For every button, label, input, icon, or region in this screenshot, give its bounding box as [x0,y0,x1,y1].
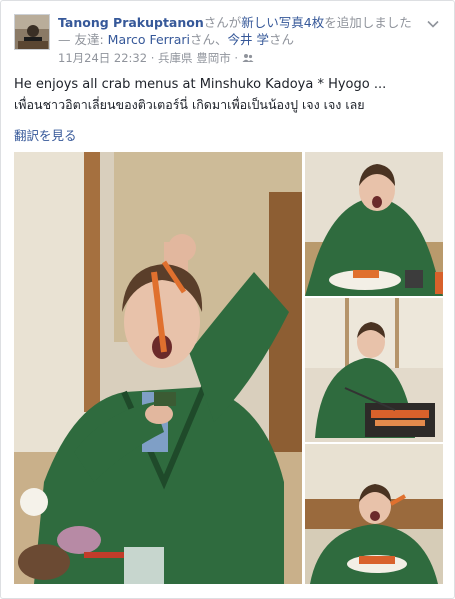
post-timestamp[interactable]: 11月24日 22:32 [58,51,147,65]
photo-thumbnail-3[interactable] [305,444,443,584]
meta-separator: · [147,51,159,65]
post-meta: 11月24日 22:32 · 兵庫県 豊岡市 · [58,50,254,66]
new-photos-link[interactable]: 新しい写真4枚 [241,15,324,30]
photo-thumbnail-2[interactable] [305,298,443,442]
author-avatar[interactable] [14,14,50,50]
friend-separator: さん、 [190,32,228,47]
caption-english: He enjoys all crab menus at Minshuko Kad… [14,77,387,92]
chevron-down-icon[interactable] [426,16,440,30]
post-card: Tanong Prakuptanonさんが新しい写真4枚を追加しました — 友達… [0,0,455,599]
photo-main[interactable] [14,152,302,584]
post-caption: He enjoys all crab menus at Minshuko Kad… [14,75,444,115]
see-translation-link[interactable]: 翻訳を見る [14,125,77,144]
friend-tail: さん [269,32,295,47]
header-action-text: さんが [203,15,242,30]
post-header: Tanong Prakuptanonさんが新しい写真4枚を追加しました — 友達… [58,14,428,48]
photo-thumbnail-1[interactable] [305,152,443,296]
caption-thai: เพื่อนชาวอิตาเลี่ยนของติวเตอร์นี่ เกิดมา… [14,97,365,112]
post-location[interactable]: 兵庫県 豊岡市 [158,51,231,65]
friends-icon[interactable] [242,51,254,65]
tagged-friend-2-link[interactable]: 今井 学 [228,32,269,47]
tagged-friend-1-link[interactable]: Marco Ferrari [108,32,190,47]
meta-separator-2: · [230,51,242,65]
author-name-link[interactable]: Tanong Prakuptanon [58,15,204,30]
